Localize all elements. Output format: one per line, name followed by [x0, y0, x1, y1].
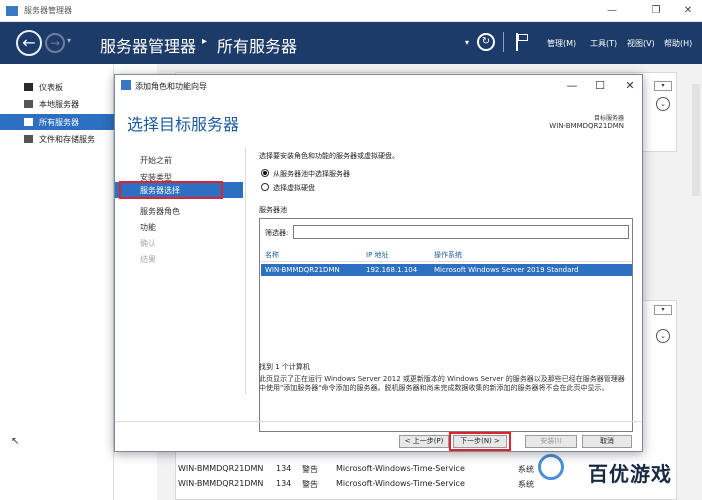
add-roles-wizard: 添加角色和功能向导 — ☐ ✕ 选择目标服务器 目标服务器 WIN-BMMDQR… [114, 74, 643, 452]
wizard-divider [245, 147, 246, 395]
forward-arrow-icon[interactable]: → [45, 33, 65, 53]
menu-view[interactable]: 视图(V) [627, 38, 655, 49]
column-os[interactable]: 操作系统 [434, 250, 462, 260]
server-manager-icon [6, 6, 18, 16]
highlight-box [119, 181, 223, 199]
column-name[interactable]: 名称 [265, 250, 279, 260]
header-divider [503, 32, 504, 52]
column-ip[interactable]: IP 地址 [366, 250, 389, 260]
step-features[interactable]: 功能 [140, 222, 156, 233]
notification-flag-icon[interactable] [516, 33, 530, 51]
radio-server-pool[interactable] [261, 169, 269, 177]
install-button: 安装(I) [525, 435, 577, 448]
wizard-content: 选择要安装角色和功能的服务器或虚拟硬盘。 从服务器池中选择服务器 选择虚拟硬盘 … [259, 147, 634, 432]
refresh-icon[interactable]: ↻ [477, 33, 495, 51]
event-id: 134 [276, 479, 292, 488]
event-level: 警告 [302, 480, 318, 489]
scrollbar[interactable] [692, 84, 700, 196]
filter-label: 筛选器: [265, 229, 289, 237]
step-confirmation: 确认 [140, 239, 156, 248]
wizard-title: 添加角色和功能向导 [135, 82, 207, 91]
found-count: 找到 1 个计算机 [259, 363, 310, 371]
storage-icon [24, 135, 33, 143]
app-titlebar: 服务器管理器 — ❐ ✕ [0, 0, 702, 22]
sidebar-item-file-storage[interactable]: 文件和存储服务 [0, 131, 114, 147]
sidebar: 仪表板 本地服务器 所有服务器 文件和存储服务 [0, 64, 114, 500]
minimize-button[interactable]: — [600, 3, 624, 19]
panel-expand-icon[interactable]: ⌄ [656, 97, 670, 111]
server-pool: 筛选器: 名称 IP 地址 操作系统 WIN-BMMDQR21DMN 192.1… [259, 218, 633, 432]
table-row[interactable]: WIN-BMMDQR21DMN 192.168.1.104 Microsoft … [261, 264, 632, 276]
sidebar-item-label: 文件和存储服务 [39, 135, 95, 144]
sidebar-item-all-servers[interactable]: 所有服务器 [0, 114, 114, 130]
events-dropdown-icon[interactable]: ▾ [654, 305, 672, 315]
mouse-cursor-icon: ↖ [11, 436, 20, 447]
menu-tools[interactable]: 工具(T) [590, 38, 617, 49]
sidebar-item-label: 仪表板 [39, 83, 63, 92]
breadcrumb-root[interactable]: 服务器管理器 [100, 33, 196, 57]
server-os: Microsoft Windows Server 2019 Standard [434, 266, 579, 274]
event-server: WIN-BMMDQR21DMN [178, 479, 264, 488]
instruction-text: 选择要安装角色和功能的服务器或虚拟硬盘。 [259, 152, 399, 160]
wizard-titlebar: 添加角色和功能向导 — ☐ ✕ [115, 75, 642, 97]
previous-button[interactable]: < 上一步(P) [399, 435, 449, 448]
event-level: 警告 [302, 465, 318, 474]
target-server-value: WIN-BMMDQR21DMN [549, 122, 624, 130]
menu-manage[interactable]: 管理(M) [547, 38, 576, 49]
event-source: Microsoft-Windows-Time-Service [336, 464, 465, 473]
wizard-footer: < 上一步(P) 下一步(N) > 安装(I) 取消 [115, 421, 642, 451]
menu-help[interactable]: 帮助(H) [664, 38, 692, 49]
watermark: 百优游戏 [530, 450, 702, 498]
sidebar-item-label: 本地服务器 [39, 100, 79, 109]
breadcrumb-separator: ▸ [202, 36, 208, 47]
wizard-close-button[interactable]: ✕ [619, 78, 641, 94]
sidebar-item-local-server[interactable]: 本地服务器 [0, 96, 114, 112]
target-server-label: 目标服务器 [593, 115, 624, 122]
app-header: ← → ▾ 服务器管理器 ▸ 所有服务器 ▾ ↻ 管理(M) 工具(T) 视图(… [0, 22, 702, 64]
step-results: 结果 [140, 255, 156, 264]
event-source: Microsoft-Windows-Time-Service [336, 479, 465, 488]
header-divider [261, 261, 631, 262]
server-icon [24, 100, 33, 108]
maximize-button[interactable]: ❐ [644, 3, 668, 19]
event-server: WIN-BMMDQR21DMN [178, 464, 264, 473]
back-arrow-icon[interactable]: ← [16, 30, 42, 56]
header-dropdown-icon[interactable]: ▾ [465, 38, 469, 47]
wizard-icon [121, 80, 131, 90]
close-button[interactable]: ✕ [676, 3, 700, 19]
wizard-minimize-button[interactable]: — [561, 78, 583, 94]
radio-vhd-label[interactable]: 选择虚拟硬盘 [273, 183, 315, 193]
events-expand-icon[interactable]: ⌄ [656, 329, 670, 343]
wizard-maximize-button[interactable]: ☐ [589, 78, 611, 94]
panel-dropdown-icon[interactable]: ▾ [654, 81, 672, 91]
highlight-box [449, 432, 511, 451]
filter-input[interactable] [293, 225, 629, 239]
dashboard-icon [24, 83, 33, 91]
watermark-text: 百优游戏 [588, 462, 672, 486]
app-title: 服务器管理器 [24, 6, 72, 15]
radio-server-pool-label[interactable]: 从服务器池中选择服务器 [273, 169, 350, 179]
step-server-roles[interactable]: 服务器角色 [140, 206, 180, 217]
breadcrumb-current: 所有服务器 [217, 37, 298, 56]
step-before-you-begin[interactable]: 开始之前 [140, 155, 172, 166]
radio-vhd[interactable] [261, 183, 269, 191]
cancel-button[interactable]: 取消 [582, 435, 632, 448]
watermark-logo-icon [538, 454, 564, 480]
description-text: 此页显示了正在运行 Windows Server 2012 或更新版本的 Win… [259, 375, 625, 392]
server-pool-title: 服务器池 [259, 206, 287, 214]
event-id: 134 [276, 464, 292, 473]
sidebar-item-label: 所有服务器 [39, 118, 79, 127]
wizard-heading: 选择目标服务器 [127, 115, 240, 134]
sidebar-item-dashboard[interactable]: 仪表板 [0, 79, 114, 95]
server-ip: 192.168.1.104 [366, 266, 418, 274]
history-dropdown-icon[interactable]: ▾ [67, 36, 71, 45]
servers-icon [24, 118, 33, 126]
server-name: WIN-BMMDQR21DMN [265, 266, 340, 274]
